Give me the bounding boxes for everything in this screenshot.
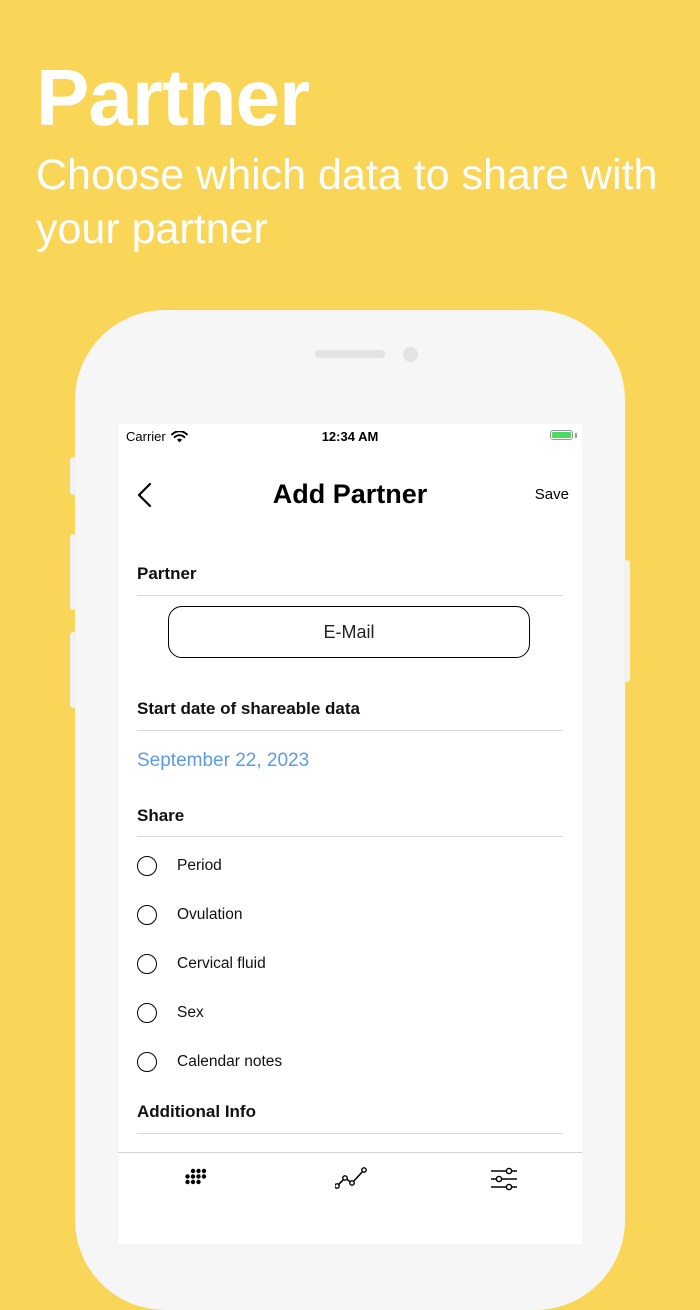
tab-calendar[interactable] bbox=[182, 1167, 210, 1195]
battery-icon bbox=[550, 430, 573, 440]
sliders-icon bbox=[491, 1167, 517, 1191]
share-option-period[interactable]: Period bbox=[137, 856, 222, 876]
share-option-label: Period bbox=[177, 857, 222, 874]
chart-line-icon bbox=[334, 1167, 367, 1189]
calendar-dots-icon bbox=[185, 1168, 207, 1185]
phone-speaker bbox=[315, 350, 385, 358]
hero-subtitle: Choose which data to share with your par… bbox=[36, 151, 658, 253]
share-option-cervical-fluid[interactable]: Cervical fluid bbox=[137, 954, 266, 974]
status-time: 12:34 AM bbox=[321, 429, 379, 444]
hero-title: Partner bbox=[36, 53, 310, 142]
email-field[interactable] bbox=[168, 606, 530, 658]
phone-volume-up bbox=[70, 534, 76, 610]
radio-button[interactable] bbox=[137, 954, 157, 974]
radio-button[interactable] bbox=[137, 1003, 157, 1023]
save-button[interactable]: Save bbox=[535, 486, 569, 503]
partner-section-label: Partner bbox=[137, 564, 197, 583]
start-date-divider bbox=[137, 730, 563, 731]
share-divider bbox=[137, 836, 563, 837]
share-option-label: Calendar notes bbox=[177, 1053, 283, 1070]
share-option-label: Sex bbox=[177, 1004, 204, 1021]
phone-camera bbox=[403, 347, 418, 362]
start-date-picker[interactable]: September 22, 2023 bbox=[137, 750, 309, 772]
additional-info-divider bbox=[137, 1133, 563, 1134]
phone-power-button bbox=[624, 560, 630, 682]
tab-chart[interactable] bbox=[334, 1167, 367, 1195]
phone-volume-down bbox=[70, 632, 76, 708]
radio-button[interactable] bbox=[137, 856, 157, 876]
tab-bar bbox=[118, 1152, 582, 1244]
battery-tip bbox=[575, 433, 577, 438]
share-option-label: Cervical fluid bbox=[177, 955, 266, 972]
phone-mute-switch bbox=[70, 457, 76, 495]
radio-button[interactable] bbox=[137, 905, 157, 925]
additional-info-section-label: Additional Info bbox=[137, 1102, 256, 1121]
tab-settings[interactable] bbox=[490, 1167, 518, 1195]
page-title: Add Partner bbox=[272, 479, 428, 509]
share-option-label: Ovulation bbox=[177, 906, 243, 923]
radio-button[interactable] bbox=[137, 1052, 157, 1072]
share-option-sex[interactable]: Sex bbox=[137, 1003, 204, 1023]
app-screen: Carrier 12:34 AM Add Partner Save Partne… bbox=[118, 424, 582, 1244]
share-option-calendar-notes[interactable]: Calendar notes bbox=[137, 1052, 282, 1072]
share-option-ovulation[interactable]: Ovulation bbox=[137, 905, 242, 925]
partner-divider bbox=[137, 595, 563, 596]
share-section-label: Share bbox=[137, 806, 185, 825]
start-date-section-label: Start date of shareable data bbox=[137, 699, 360, 718]
